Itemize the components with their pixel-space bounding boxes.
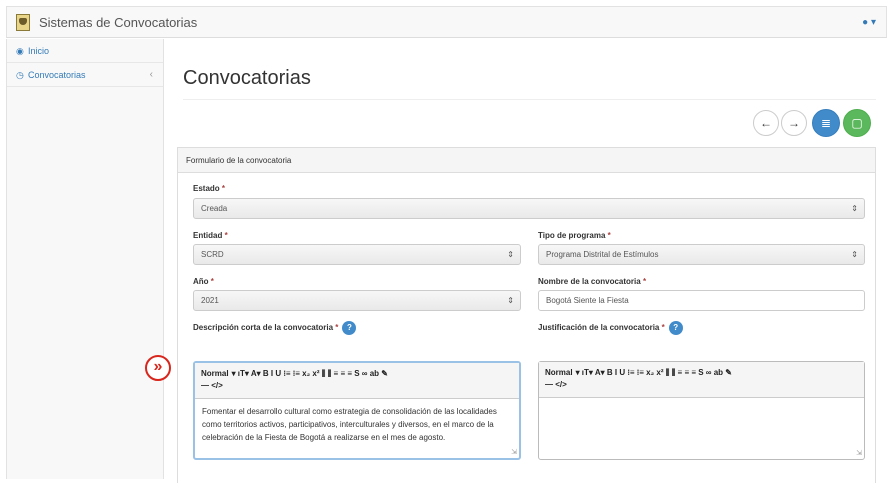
editor-toolbar: Normal ▾ ıT▾ A▾ B I U ⁝≡ ⁝≡ x₂ x² ⫼ ⫼ ≡ ≡… [539,362,864,398]
arrow-right-icon: → [788,116,800,130]
select-arrows-icon: ⇕ [851,250,858,259]
select-arrows-icon: ⇕ [507,296,514,305]
document-icon: ▢ [851,116,863,130]
anio-label: Año * [193,277,214,286]
arrow-left-icon: ← [760,116,772,130]
style-dropdown[interactable]: Normal [201,369,229,378]
tipo-programa-select[interactable]: Programa Distrital de Estímulos ⇕ [538,244,865,265]
select-arrows-icon: ⇕ [851,204,858,213]
dashboard-icon: ◉ [16,46,24,56]
style-dropdown[interactable]: Normal [545,368,573,377]
estado-select[interactable]: Creada ⇕ [193,198,865,219]
descripcion-label: Descripción corta de la convocatoria *? [193,321,357,335]
user-menu[interactable]: ● ▾ [862,17,876,28]
list-icon: ≣ [820,116,832,130]
sidebar-item-convocatorias[interactable]: ◷ Convocatorias ‹ [7,63,163,87]
nombre-input[interactable]: Bogotá Siente la Fiesta [538,290,865,311]
justificacion-text[interactable] [539,398,864,410]
help-icon[interactable]: ? [668,321,683,335]
justificacion-editor[interactable]: Normal ▾ ıT▾ A▾ B I U ⁝≡ ⁝≡ x₂ x² ⫼ ⫼ ≡ ≡… [538,361,865,460]
help-icon[interactable]: ? [342,321,357,335]
back-button[interactable]: ← [753,110,779,136]
app-title[interactable]: Sistemas de Convocatorias [39,15,197,30]
sidebar-item-inicio[interactable]: ◉ Inicio [7,39,163,63]
list-button[interactable]: ≣ [812,109,840,137]
caret-down-icon: ▾ [870,17,876,28]
top-navbar: Sistemas de Convocatorias ● ▾ [6,6,887,38]
line-code-buttons[interactable]: — </> [201,381,223,390]
sidebar-item-label: Inicio [28,46,50,56]
resize-handle-icon[interactable]: ⇲ [856,449,862,457]
descripcion-editor[interactable]: Normal ▾ ıT▾ A▾ B I U ⁝≡ ⁝≡ x₂ x² ⫼ ⫼ ≡ ≡… [193,361,521,460]
user-icon: ● [862,17,869,28]
clipboard-icon: ◷ [16,70,24,80]
sidebar-item-label: Convocatorias [28,70,86,80]
new-document-button[interactable]: ▢ [843,109,871,137]
double-chevron-marker-icon: » [145,355,171,381]
formatting-buttons[interactable]: ▾ ıT▾ A▾ B I U ⁝≡ ⁝≡ x₂ x² ⫼ ⫼ ≡ ≡ ≡ S ∞… [232,369,388,378]
sidebar: ◉ Inicio ◷ Convocatorias ‹ [6,39,164,479]
justificacion-label: Justificación de la convocatoria *? [538,321,683,335]
nombre-label: Nombre de la convocatoria * [538,277,647,286]
entidad-select[interactable]: SCRD ⇕ [193,244,521,265]
anio-select[interactable]: 2021 ⇕ [193,290,521,311]
resize-handle-icon[interactable]: ⇲ [511,448,517,456]
entidad-label: Entidad * [193,231,228,240]
select-arrows-icon: ⇕ [507,250,514,259]
forward-button[interactable]: → [781,110,807,136]
line-code-buttons[interactable]: — </> [545,380,567,389]
formatting-buttons[interactable]: ▾ ıT▾ A▾ B I U ⁝≡ ⁝≡ x₂ x² ⫼ ⫼ ≡ ≡ ≡ S ∞… [576,368,732,377]
editor-toolbar: Normal ▾ ıT▾ A▾ B I U ⁝≡ ⁝≡ x₂ x² ⫼ ⫼ ≡ ≡… [195,363,519,399]
descripcion-text[interactable]: Fomentar el desarrollo cultural como est… [195,399,519,450]
coat-of-arms-logo [16,14,30,31]
page-title: Convocatorias [183,67,876,100]
tipo-programa-label: Tipo de programa * [538,231,611,240]
estado-label: Estado * [193,184,226,193]
panel-title: Formulario de la convocatoria [178,148,875,173]
chevron-left-icon: ‹ [149,69,153,80]
main-content: Convocatorias [180,39,876,100]
